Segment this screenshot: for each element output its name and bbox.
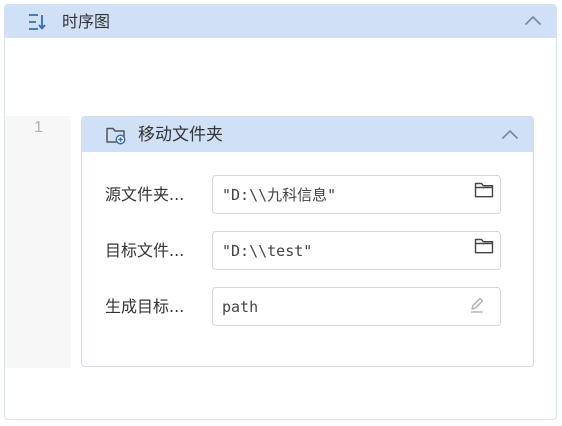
edit-pencil-icon[interactable]	[468, 296, 488, 314]
folder-icon[interactable]	[474, 181, 494, 199]
source-folder-label: 源文件夹...	[105, 185, 185, 204]
target-folder-label: 目标文件...	[105, 241, 185, 260]
folder-add-icon	[106, 127, 126, 145]
line-number-gutter: 1	[5, 116, 71, 368]
output-target-value: path	[222, 298, 259, 316]
sequence-panel-header[interactable]: 时序图	[5, 5, 556, 38]
sequence-panel-title: 时序图	[62, 12, 111, 31]
move-folder-card-title: 移动文件夹	[138, 125, 223, 145]
target-folder-field[interactable]: "D:\\test"	[212, 231, 501, 270]
output-target-row: 生成目标... path	[82, 287, 533, 329]
folder-icon[interactable]	[474, 237, 494, 255]
move-folder-card-header[interactable]: 移动文件夹	[82, 117, 533, 152]
line-number: 1	[34, 119, 43, 136]
source-folder-row: 源文件夹... "D:\\九科信息"	[82, 175, 533, 217]
move-folder-step-card[interactable]: 移动文件夹 源文件夹... "D:\\九科信息" 目标文件... "D:\\te…	[81, 116, 534, 367]
source-folder-value: "D:\\九科信息"	[222, 186, 337, 204]
sequence-list-icon	[29, 14, 46, 30]
chevron-up-icon[interactable]	[501, 128, 519, 140]
output-target-field[interactable]: path	[212, 287, 501, 326]
target-folder-value: "D:\\test"	[222, 242, 313, 260]
source-folder-field[interactable]: "D:\\九科信息"	[212, 175, 501, 214]
output-target-label: 生成目标...	[105, 297, 185, 316]
target-folder-row: 目标文件... "D:\\test"	[82, 231, 533, 273]
sequence-panel: 时序图 1 移动文件夹 源文件夹... "D:\\九科信息" 目标文件... "…	[4, 4, 557, 420]
chevron-up-icon[interactable]	[524, 14, 542, 26]
